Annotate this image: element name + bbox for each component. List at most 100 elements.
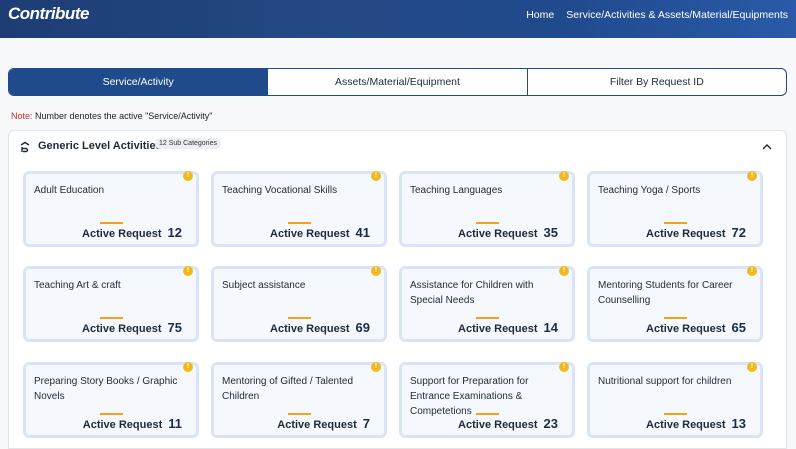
panel-header[interactable]: Generic Level Activities 12 Sub Categori… bbox=[9, 131, 786, 163]
info-dot-icon[interactable]: ! bbox=[559, 171, 569, 181]
activity-title: Teaching Yoga / Sports bbox=[598, 185, 701, 196]
activity-title: Mentoring Students for Career Counsellin… bbox=[598, 280, 733, 306]
activity-title: Subject assistance bbox=[222, 280, 306, 291]
activity-title: Teaching Art & craft bbox=[34, 280, 121, 291]
activity-card[interactable]: Adult Education! Active Request 12 bbox=[23, 171, 199, 247]
activity-card[interactable]: Subject assistance! Active Request 69 bbox=[211, 266, 387, 342]
active-request-count: 72 bbox=[731, 225, 746, 240]
activity-card[interactable]: Teaching Vocational Skills! Active Reques… bbox=[211, 171, 387, 247]
activity-card[interactable]: Mentoring of Gifted / Talented Children!… bbox=[211, 362, 387, 438]
active-request-summary: Active Request 7 bbox=[277, 416, 370, 431]
active-request-count: 69 bbox=[355, 320, 370, 335]
accent-divider bbox=[664, 317, 687, 319]
brand-logo[interactable]: Contribute bbox=[8, 4, 89, 24]
active-request-label: Active Request bbox=[270, 323, 350, 335]
accent-divider bbox=[664, 413, 687, 415]
note-prefix: Note: bbox=[11, 111, 33, 121]
active-request-summary: Active Request 11 bbox=[83, 416, 182, 431]
activity-card[interactable]: Teaching Yoga / Sports! Active Request 72 bbox=[587, 171, 763, 247]
activity-card[interactable]: Nutritional support for children! Active … bbox=[587, 362, 763, 438]
accent-divider bbox=[476, 413, 499, 415]
info-dot-icon[interactable]: ! bbox=[371, 362, 381, 372]
tab-service-activity[interactable]: Service/Activity bbox=[9, 69, 269, 95]
active-request-count: 13 bbox=[731, 416, 746, 431]
active-request-summary: Active Request 69 bbox=[270, 320, 370, 335]
tab-assets-material-equipment[interactable]: Assets/Material/Equipment bbox=[268, 69, 528, 95]
active-request-label: Active Request bbox=[646, 323, 726, 335]
active-request-label: Active Request bbox=[82, 419, 163, 431]
accent-divider bbox=[100, 413, 123, 415]
chevron-up-icon[interactable] bbox=[762, 142, 772, 152]
accent-divider bbox=[288, 413, 311, 415]
active-request-label: Active Request bbox=[646, 228, 726, 240]
page-content: Service/Activity Assets/Material/Equipme… bbox=[0, 38, 796, 449]
info-dot-icon[interactable]: ! bbox=[183, 266, 193, 276]
info-dot-icon[interactable]: ! bbox=[371, 266, 381, 276]
nav-home-link[interactable]: Home bbox=[526, 9, 554, 21]
active-request-summary: Active Request 13 bbox=[646, 416, 746, 431]
active-request-summary: Active Request 65 bbox=[646, 320, 746, 335]
active-request-count: 41 bbox=[355, 225, 370, 240]
activity-title: Teaching Languages bbox=[410, 185, 503, 196]
info-dot-icon[interactable]: ! bbox=[747, 362, 757, 372]
active-request-label: Active Request bbox=[646, 419, 726, 431]
activity-card[interactable]: Mentoring Students for Career Counsellin… bbox=[587, 266, 763, 342]
accent-divider bbox=[664, 222, 687, 224]
note-body: Number denotes the active "Service/Activ… bbox=[32, 111, 213, 121]
accent-divider bbox=[288, 317, 311, 319]
tab-bar: Service/Activity Assets/Material/Equipme… bbox=[8, 68, 787, 96]
active-request-summary: Active Request 35 bbox=[458, 225, 558, 240]
activity-title: Preparing Story Books / Graphic Novels bbox=[34, 376, 178, 402]
activity-card[interactable]: Support for Preparation for Entrance Exa… bbox=[399, 362, 575, 438]
hand-heart-icon bbox=[20, 141, 30, 153]
activity-card[interactable]: Preparing Story Books / Graphic Novels! A… bbox=[23, 362, 199, 438]
accent-divider bbox=[100, 222, 123, 224]
activities-panel: Generic Level Activities 12 Sub Categori… bbox=[8, 130, 787, 449]
active-request-count: 23 bbox=[543, 416, 558, 431]
active-request-label: Active Request bbox=[458, 419, 538, 431]
info-dot-icon[interactable]: ! bbox=[371, 171, 381, 181]
info-dot-icon[interactable]: ! bbox=[747, 171, 757, 181]
activity-title: Mentoring of Gifted / Talented Children bbox=[222, 376, 354, 402]
active-request-summary: Active Request 23 bbox=[458, 416, 558, 431]
activity-card[interactable]: Teaching Languages! Active Request 35 bbox=[399, 171, 575, 247]
active-request-summary: Active Request 14 bbox=[458, 320, 558, 335]
active-request-label: Active Request bbox=[277, 419, 357, 431]
active-request-count: 75 bbox=[167, 320, 182, 335]
active-request-count: 14 bbox=[543, 320, 558, 335]
info-dot-icon[interactable]: ! bbox=[183, 362, 193, 372]
info-dot-icon[interactable]: ! bbox=[747, 266, 757, 276]
active-request-label: Active Request bbox=[458, 323, 538, 335]
active-request-count: 11 bbox=[168, 416, 182, 431]
activity-card[interactable]: Teaching Art & craft! Active Request 75 bbox=[23, 266, 199, 342]
accent-divider bbox=[100, 317, 123, 319]
sub-categories-badge: 12 Sub Categories bbox=[155, 138, 221, 149]
active-request-label: Active Request bbox=[82, 323, 162, 335]
active-request-count: 35 bbox=[543, 225, 558, 240]
activity-title: Teaching Vocational Skills bbox=[222, 185, 338, 196]
accent-divider bbox=[476, 222, 499, 224]
note-text: Note: Number denotes the active "Service… bbox=[11, 111, 212, 121]
info-dot-icon[interactable]: ! bbox=[559, 362, 569, 372]
active-request-summary: Active Request 72 bbox=[646, 225, 746, 240]
section-title: Generic Level Activities bbox=[38, 140, 162, 152]
active-request-summary: Active Request 41 bbox=[270, 225, 370, 240]
tab-filter-by-request-id[interactable]: Filter By Request ID bbox=[528, 69, 786, 95]
info-dot-icon[interactable]: ! bbox=[183, 171, 193, 181]
active-request-count: 12 bbox=[167, 225, 182, 240]
active-request-count: 7 bbox=[362, 416, 370, 431]
activity-title: Nutritional support for children bbox=[598, 376, 732, 387]
breadcrumb: Home Service/Activities & Assets/Materia… bbox=[526, 9, 788, 21]
active-request-summary: Active Request 75 bbox=[82, 320, 182, 335]
activity-title: Adult Education bbox=[34, 185, 105, 196]
info-dot-icon[interactable]: ! bbox=[559, 266, 569, 276]
top-bar: Contribute Home Service/Activities & Ass… bbox=[0, 0, 796, 38]
accent-divider bbox=[476, 317, 499, 319]
nav-current-page[interactable]: Service/Activities & Assets/Material/Equ… bbox=[566, 9, 788, 21]
activity-card[interactable]: Assistance for Children with Special Nee… bbox=[399, 266, 575, 342]
active-request-label: Active Request bbox=[82, 228, 162, 240]
active-request-label: Active Request bbox=[270, 228, 350, 240]
activity-title: Assistance for Children with Special Nee… bbox=[410, 280, 534, 306]
active-request-count: 65 bbox=[731, 320, 746, 335]
active-request-label: Active Request bbox=[458, 228, 538, 240]
